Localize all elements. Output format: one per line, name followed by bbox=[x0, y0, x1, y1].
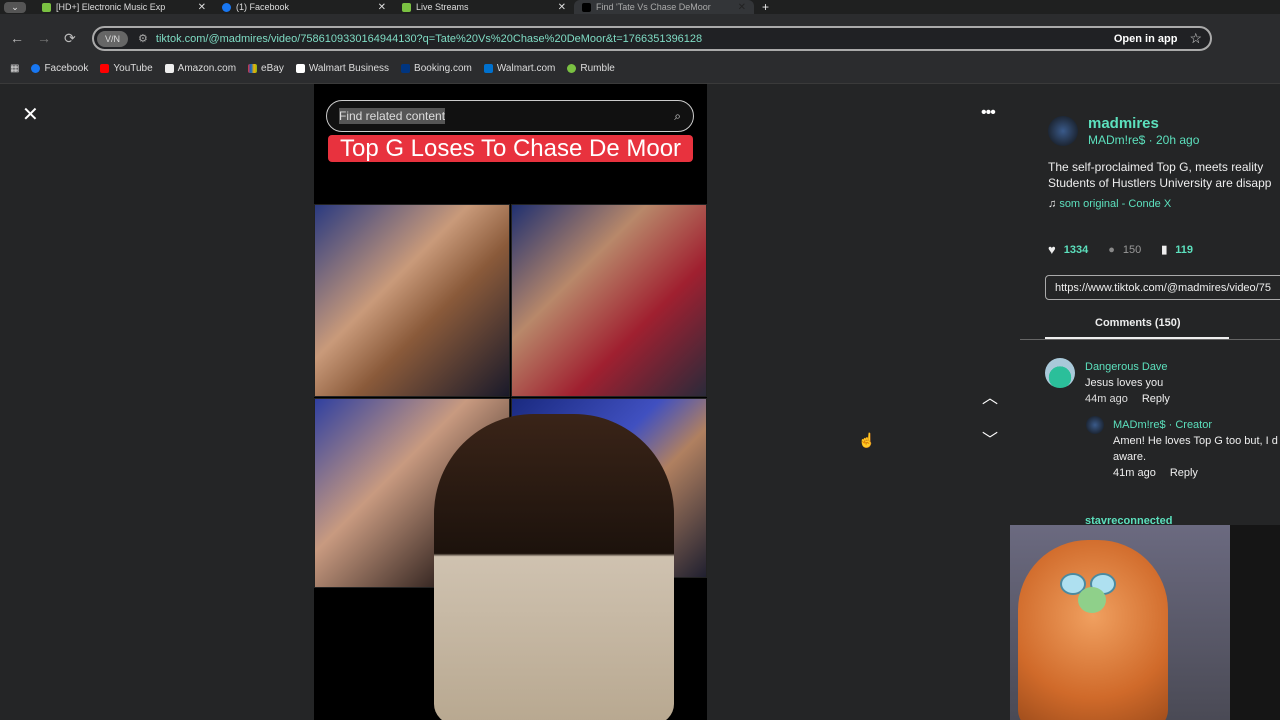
author-username[interactable]: madmires bbox=[1088, 115, 1159, 132]
next-video-icon[interactable]: ﹀ bbox=[982, 426, 998, 450]
rumble-icon bbox=[402, 2, 411, 12]
forward-icon[interactable]: → bbox=[37, 30, 51, 46]
comment-item: Dangerous Dave Jesus loves you 44m ago Re… bbox=[1085, 361, 1170, 405]
bookmark-ebay[interactable]: eBay bbox=[248, 63, 284, 74]
previous-video-icon[interactable]: ︿ bbox=[982, 384, 998, 408]
divider bbox=[1020, 339, 1280, 340]
facebook-icon bbox=[222, 2, 231, 12]
tiktok-icon bbox=[582, 2, 591, 12]
video-frame-image bbox=[511, 204, 707, 397]
tab-label: Find 'Tate Vs Chase DeMoor bbox=[596, 2, 711, 12]
puppet-image bbox=[1018, 540, 1168, 720]
author-avatar[interactable] bbox=[1048, 116, 1078, 146]
bookmark-star-icon[interactable]: ☆ bbox=[1189, 30, 1202, 47]
commenter-avatar[interactable] bbox=[1045, 358, 1075, 388]
post-description: The self-proclaimed Top G, meets reality… bbox=[1048, 160, 1272, 190]
tab-tiktok[interactable]: Find 'Tate Vs Chase DeMoor ✕ bbox=[574, 0, 754, 14]
bookmark-booking[interactable]: Booking.com bbox=[401, 63, 472, 74]
reply-avatar[interactable] bbox=[1086, 416, 1104, 434]
video-title-overlay: Top G Loses To Chase De Moor bbox=[314, 132, 707, 165]
tab-label: (1) Facebook bbox=[236, 2, 290, 12]
new-tab-button[interactable]: + bbox=[762, 0, 769, 14]
close-tab-icon[interactable]: ✕ bbox=[558, 2, 566, 13]
bookmark-rumble[interactable]: Rumble bbox=[567, 63, 615, 74]
author-nickname-time: MADm!re$ · 20h ago bbox=[1088, 133, 1200, 147]
search-icon[interactable]: ⌕ bbox=[674, 109, 681, 124]
tab-search-button[interactable]: ⌄ bbox=[4, 1, 26, 13]
streamer-image bbox=[434, 414, 674, 720]
active-tab-indicator bbox=[1045, 337, 1229, 339]
cursor-icon: ☝ bbox=[858, 432, 876, 448]
tab-comments[interactable]: Comments (150) bbox=[1095, 317, 1181, 329]
close-tab-icon[interactable]: ✕ bbox=[378, 2, 386, 13]
tab-label: [HD+] Electronic Music Exp bbox=[56, 2, 166, 12]
comment-text: Jesus loves you bbox=[1085, 377, 1164, 389]
address-bar[interactable]: V/N ⚙ tiktok.com/@madmires/video/7586109… bbox=[92, 26, 1212, 51]
tab-facebook[interactable]: (1) Facebook ✕ bbox=[214, 0, 394, 14]
copy-link-field[interactable]: https://www.tiktok.com/@madmires/video/7… bbox=[1045, 275, 1280, 300]
comment-icon[interactable]: ● bbox=[1108, 244, 1115, 256]
close-tab-icon[interactable]: ✕ bbox=[198, 2, 206, 13]
webcam-overlay bbox=[1010, 525, 1280, 720]
video-player[interactable]: Find related content ⌕ Top G Loses To Cha… bbox=[314, 84, 707, 720]
site-settings-icon[interactable]: ⚙ bbox=[138, 32, 148, 45]
music-note-icon: ♫ bbox=[1048, 198, 1057, 210]
bookmark-walmart-business[interactable]: Walmart Business bbox=[295, 63, 389, 74]
url-text[interactable]: tiktok.com/@madmires/video/7586109330164… bbox=[156, 33, 702, 45]
search-input[interactable]: Find related content ⌕ bbox=[326, 100, 694, 132]
sound-link[interactable]: ♫ som original - Conde X bbox=[1048, 198, 1171, 210]
comment-author: Dangerous Dave bbox=[1085, 361, 1168, 373]
tab-bar: ⌄ [HD+] Electronic Music Exp ✕ (1) Facebo… bbox=[0, 0, 1280, 14]
open-in-app-button[interactable]: Open in app bbox=[1114, 33, 1178, 45]
bookmark-icon[interactable]: ▮ bbox=[1161, 243, 1167, 256]
apps-icon[interactable]: ▦ bbox=[10, 63, 19, 74]
reply-button[interactable]: Reply bbox=[1170, 467, 1198, 479]
comment-reply-item: MADm!re$ · Creator Amen! He loves Top G … bbox=[1113, 419, 1278, 479]
close-tab-icon[interactable]: ✕ bbox=[738, 2, 746, 13]
reply-button[interactable]: Reply bbox=[1142, 393, 1170, 405]
close-icon[interactable]: ✕ bbox=[22, 102, 39, 127]
bookmark-youtube[interactable]: YouTube bbox=[100, 63, 153, 74]
tab-label: Live Streams bbox=[416, 2, 469, 12]
reload-icon[interactable]: ⟳ bbox=[64, 30, 76, 47]
bookmarks-bar: ▦ Facebook YouTube Amazon.com eBay Walma… bbox=[0, 58, 615, 78]
video-frame-image bbox=[314, 204, 510, 397]
bookmark-facebook[interactable]: Facebook bbox=[31, 63, 88, 74]
post-stats: ♥ 1334 ● 150 ▮ 119 bbox=[1048, 242, 1194, 257]
back-icon[interactable]: ← bbox=[10, 30, 24, 46]
bookmark-amazon[interactable]: Amazon.com bbox=[164, 63, 236, 74]
tab-music[interactable]: [HD+] Electronic Music Exp ✕ bbox=[34, 0, 214, 14]
bookmark-walmart[interactable]: Walmart.com bbox=[483, 63, 555, 74]
rumble-icon bbox=[42, 2, 51, 12]
vpn-badge[interactable]: V/N bbox=[97, 30, 129, 47]
more-options-icon[interactable]: ••• bbox=[981, 104, 996, 122]
heart-icon[interactable]: ♥ bbox=[1048, 242, 1056, 257]
tab-live-streams[interactable]: Live Streams ✕ bbox=[394, 0, 574, 14]
